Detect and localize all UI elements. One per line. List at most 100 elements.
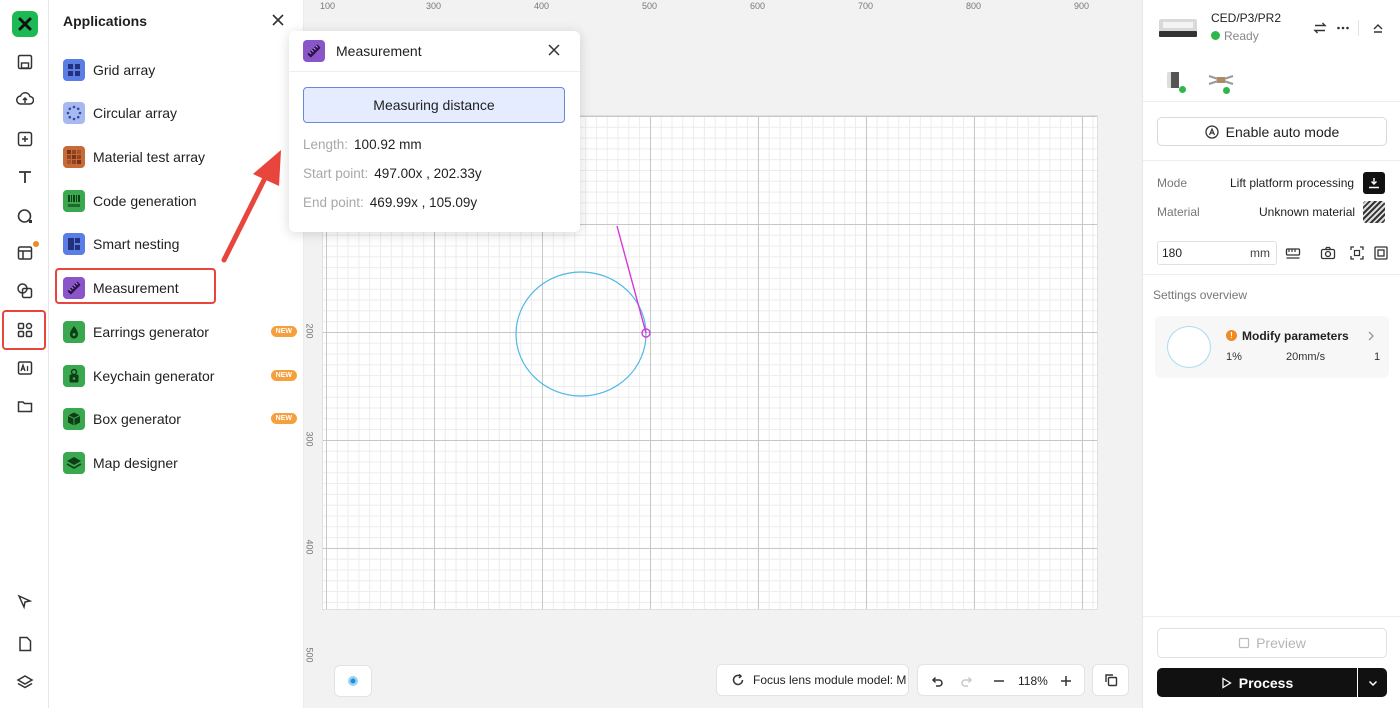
device-image-icon (1159, 19, 1197, 37)
layers-combine-icon[interactable] (9, 275, 41, 307)
settings-overview-title: Settings overview (1153, 288, 1248, 302)
smart-nesting-icon (63, 233, 85, 255)
material-swatch-icon[interactable] (1363, 201, 1385, 223)
switch-device-icon[interactable] (1313, 21, 1327, 35)
new-badge: NEW (270, 413, 297, 424)
preview-button[interactable]: Preview (1157, 628, 1387, 658)
start-point-value: 497.00x , 202.33y (374, 166, 482, 181)
app-label: Circular array (93, 105, 178, 121)
focus-lens-label: Focus lens module model: M (753, 673, 907, 687)
height-input[interactable]: 180 mm (1157, 241, 1277, 265)
material-value[interactable]: Unknown material (1259, 205, 1355, 219)
collapse-icon[interactable] (1371, 21, 1385, 35)
param-speed: 20mm/s (1286, 351, 1326, 363)
grid-array-icon (63, 59, 85, 81)
frame-icon[interactable] (1373, 245, 1389, 261)
camera-icon[interactable] (1320, 245, 1336, 261)
divider (1143, 101, 1400, 102)
redo-icon[interactable] (960, 674, 974, 688)
app-label: Keychain generator (93, 368, 215, 384)
app-logo[interactable] (12, 11, 38, 37)
mode-label: Mode (1157, 176, 1188, 190)
modify-parameters-title: Modify parameters (1242, 329, 1349, 343)
undo-icon[interactable] (930, 674, 944, 688)
app-label: Grid array (93, 62, 156, 78)
shape-icon[interactable] (9, 200, 41, 232)
preview-label: Preview (1256, 635, 1306, 651)
focus-lens-selector[interactable]: Focus lens module model: M (716, 664, 909, 696)
template-icon[interactable] (9, 237, 41, 269)
document-icon[interactable] (9, 628, 41, 660)
measuring-distance-button[interactable]: Measuring distance (303, 87, 565, 123)
zoom-in-icon[interactable] (1059, 674, 1073, 688)
copy-view-button[interactable] (1092, 664, 1129, 696)
upload-icon[interactable] (9, 83, 41, 115)
text-icon[interactable] (9, 161, 41, 193)
code-generation-icon (63, 190, 85, 212)
divider (1358, 20, 1359, 36)
app-item-map-designer[interactable]: Map designer (63, 448, 293, 478)
height-unit: mm (1250, 246, 1270, 260)
circle-shape (515, 271, 647, 397)
folder-icon[interactable] (9, 390, 41, 422)
keychain-icon (63, 365, 85, 387)
lift-platform-icon[interactable] (1363, 172, 1385, 194)
app-item-earrings-generator[interactable]: Earrings generator NEW (63, 317, 297, 347)
annotation-arrow-icon (221, 150, 281, 263)
chevron-right-icon[interactable] (1366, 330, 1376, 342)
measure-line (616, 225, 647, 334)
end-point-value: 469.99x , 105.09y (369, 195, 478, 210)
zoom-controls: 118% (917, 664, 1085, 696)
start-point-label: Start point: (303, 166, 369, 181)
material-label: Material (1157, 205, 1200, 219)
accessory-icon[interactable] (1205, 66, 1237, 94)
target-icon (348, 676, 358, 686)
more-options-icon[interactable] (1336, 21, 1350, 35)
settings-card[interactable]: ! Modify parameters 1% 20mm/s 1 (1155, 316, 1389, 378)
refresh-icon (732, 673, 744, 686)
zoom-out-icon[interactable] (992, 674, 1006, 688)
app-label: Material test array (93, 149, 206, 165)
divider (1143, 274, 1400, 275)
length-value: 100.92 mm (354, 137, 422, 152)
canvas-indicator-button[interactable] (334, 665, 372, 697)
mode-value[interactable]: Lift platform processing (1230, 176, 1354, 190)
pen-icon[interactable] (9, 586, 41, 618)
enable-auto-mode-button[interactable]: Enable auto mode (1157, 117, 1387, 146)
divider (1143, 160, 1400, 161)
close-icon[interactable] (547, 43, 561, 57)
app-item-box-generator[interactable]: Box generator NEW (63, 404, 297, 434)
measurement-popup: Measurement Measuring distance Length: 10… (289, 31, 580, 232)
process-label: Process (1238, 674, 1294, 691)
play-icon (1222, 676, 1232, 689)
close-icon[interactable] (270, 12, 286, 28)
app-label: Smart nesting (93, 236, 180, 252)
start-point-row: Start point: 497.00x , 202.33y (303, 166, 482, 181)
app-item-circular-array[interactable]: Circular array (63, 98, 293, 128)
save-icon[interactable] (9, 46, 41, 78)
map-icon (63, 452, 85, 474)
chevron-down-icon (1368, 680, 1377, 686)
process-dropdown-button[interactable] (1358, 668, 1387, 697)
process-button[interactable]: Process (1157, 668, 1357, 697)
circular-array-icon (63, 102, 85, 124)
ai-icon[interactable] (9, 352, 41, 384)
param-power: 1% (1226, 351, 1242, 363)
auto-measure-icon[interactable] (1285, 245, 1301, 261)
layers-icon[interactable] (9, 666, 41, 698)
scan-icon[interactable] (1349, 245, 1365, 261)
app-item-keychain-generator[interactable]: Keychain generator NEW (63, 361, 297, 391)
right-panel: CED/P3/PR2 Ready Enable auto mode Mode L… (1142, 0, 1400, 708)
app-item-grid-array[interactable]: Grid array (63, 55, 293, 85)
applications-title: Applications (63, 13, 148, 29)
left-toolbar (0, 0, 49, 708)
status-dot (1211, 31, 1220, 40)
module-icon[interactable] (1159, 66, 1187, 94)
add-shape-icon[interactable] (9, 123, 41, 155)
measurement-title: Measurement (336, 43, 422, 59)
height-value: 180 (1162, 246, 1183, 260)
preview-icon (1238, 637, 1250, 649)
applications-panel: Applications Grid array Circular array M… (49, 0, 304, 708)
notification-badge (33, 241, 39, 247)
box-icon (63, 408, 85, 430)
